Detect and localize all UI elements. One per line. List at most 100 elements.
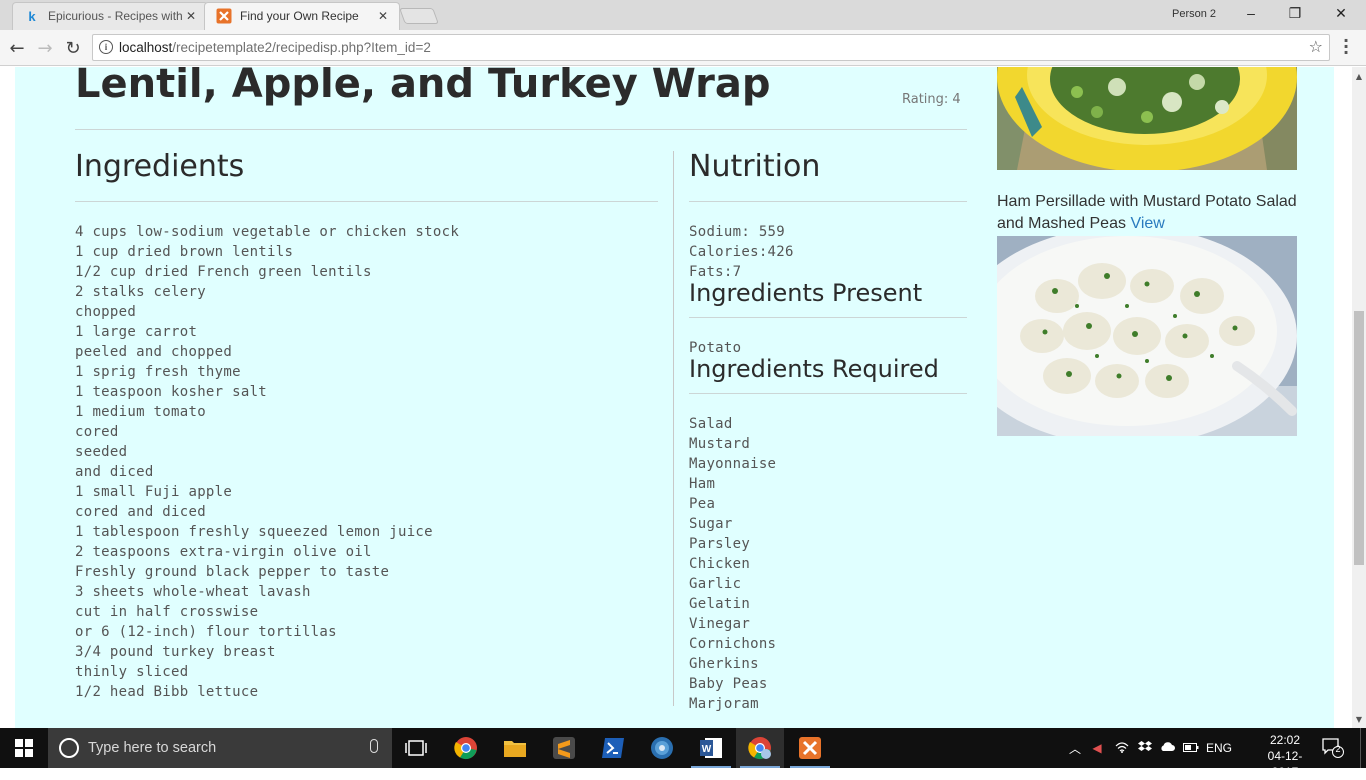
ingredients-divider bbox=[75, 201, 658, 202]
forward-arrow-icon[interactable]: → bbox=[34, 37, 56, 59]
column-divider bbox=[673, 151, 674, 706]
start-windows-icon[interactable] bbox=[0, 728, 48, 768]
powershell-icon[interactable] bbox=[589, 728, 637, 768]
restore-button[interactable]: ❐ bbox=[1280, 5, 1310, 22]
onedrive-cloud-icon[interactable] bbox=[1156, 741, 1178, 755]
scroll-up-arrow-icon[interactable]: ▲ bbox=[1352, 69, 1366, 83]
potato-salad-image[interactable] bbox=[997, 236, 1297, 436]
address-bar[interactable]: i localhost/recipetemplate2/recipedisp.p… bbox=[92, 34, 1330, 61]
ingredient-item: 1 large carrot bbox=[75, 324, 198, 340]
tab-close-icon[interactable]: ✕ bbox=[186, 9, 196, 23]
action-center-notification-icon[interactable]: 2 bbox=[1322, 738, 1344, 758]
page-scrollbar[interactable]: ▲ ▼ bbox=[1352, 67, 1366, 728]
nutrition-item: Sodium: 559 bbox=[689, 224, 786, 240]
required-ingredient-item: Salad bbox=[689, 416, 733, 432]
ingredient-item: 1 small Fuji apple bbox=[75, 484, 233, 500]
info-icon[interactable]: i bbox=[99, 40, 113, 54]
required-ingredient-item: Chicken bbox=[689, 556, 751, 572]
ingredient-item: 1 tablespoon freshly squeezed lemon juic… bbox=[75, 524, 433, 540]
profile-button[interactable]: Person 2 bbox=[1172, 8, 1216, 20]
page-viewport: Lentil, Apple, and Turkey Wrap Rating: 4… bbox=[0, 67, 1352, 728]
ingredients-column: Ingredients 4 cups low-sodium vegetable … bbox=[75, 149, 658, 702]
ingredient-item: 1 cup dried brown lentils bbox=[75, 244, 294, 260]
tab-find-your-own-recipe[interactable]: Find your Own Recipe ✕ bbox=[204, 2, 400, 30]
required-ingredient-item: Gherkins bbox=[689, 656, 759, 672]
reload-icon[interactable]: ↻ bbox=[62, 37, 84, 59]
notification-count: 2 bbox=[1335, 744, 1341, 754]
wifi-icon[interactable] bbox=[1110, 741, 1134, 756]
required-ingredient-item: Ham bbox=[689, 476, 716, 492]
ingredient-item: 3/4 pound turkey breast bbox=[75, 644, 276, 660]
ingredients-required-list: Salad Mustard Mayonnaise Ham Pea Sugar Parsley… bbox=[689, 414, 967, 714]
chrome-icon[interactable] bbox=[442, 728, 490, 768]
required-ingredient-item: Marjoram bbox=[689, 696, 759, 712]
ingredient-item: 4 cups low-sodium vegetable or chicken s… bbox=[75, 224, 460, 240]
microphone-icon[interactable] bbox=[370, 739, 378, 753]
taskbar-search-box[interactable]: Type here to search bbox=[48, 728, 392, 768]
related-recipe-caption: Ham Persillade with Mustard Potato Salad… bbox=[997, 191, 1297, 235]
volume-muted-icon[interactable]: ◀ bbox=[1084, 741, 1110, 755]
menu-dots-icon[interactable]: · · · bbox=[1342, 33, 1350, 61]
required-ingredient-item: Garlic bbox=[689, 576, 742, 592]
ingredients-heading: Ingredients bbox=[75, 149, 245, 184]
show-hidden-icons-chevron-icon[interactable]: ︿ bbox=[1066, 740, 1084, 757]
ingredient-item: cored and diced bbox=[75, 504, 206, 520]
minimize-button[interactable]: – bbox=[1236, 5, 1266, 21]
bookmark-star-icon[interactable]: ☆ bbox=[1309, 37, 1323, 56]
close-window-button[interactable]: ✕ bbox=[1326, 5, 1356, 22]
required-ingredient-item: Baby Peas bbox=[689, 676, 768, 692]
url-text[interactable]: localhost/recipetemplate2/recipedisp.php… bbox=[119, 40, 431, 55]
dropbox-icon[interactable] bbox=[1134, 740, 1156, 756]
ingredient-item: chopped bbox=[75, 304, 137, 320]
ingredient-item: Freshly ground black pepper to taste bbox=[75, 564, 390, 580]
tab-epicurious[interactable]: k Epicurious - Recipes with ✕ bbox=[12, 2, 208, 30]
network-globe-icon[interactable] bbox=[638, 728, 686, 768]
ingredient-item: 1 teaspoon kosher salt bbox=[75, 384, 268, 400]
tab-title: Find your Own Recipe bbox=[240, 9, 359, 23]
required-ingredient-item: Sugar bbox=[689, 516, 733, 532]
nutrition-list: Sodium: 559 Calories:426 Fats:7 bbox=[689, 222, 967, 282]
show-desktop-button[interactable] bbox=[1360, 728, 1366, 768]
search-placeholder: Type here to search bbox=[88, 740, 217, 756]
ingredient-item: thinly sliced bbox=[75, 664, 189, 680]
language-indicator[interactable]: ENG bbox=[1204, 741, 1234, 755]
ingredients-required-heading: Ingredients Required bbox=[689, 355, 939, 383]
windows-taskbar: Type here to search W ︿ ◀ ENG 22:02 04-1… bbox=[0, 728, 1366, 779]
ingredient-item: 2 stalks celery bbox=[75, 284, 206, 300]
ingredient-item: 2 teaspoons extra-virgin olive oil bbox=[75, 544, 372, 560]
required-ingredient-item: Pea bbox=[689, 496, 716, 512]
browser-toolbar: ← → ↻ i localhost/recipetemplate2/recipe… bbox=[0, 30, 1366, 66]
present-divider bbox=[689, 317, 967, 318]
xampp-icon[interactable] bbox=[786, 728, 834, 768]
view-recipe-link[interactable]: View bbox=[1130, 215, 1164, 232]
ingredient-item: seeded bbox=[75, 444, 128, 460]
tab-close-icon[interactable]: ✕ bbox=[378, 9, 388, 23]
ingredient-item: 1/2 head Bibb lettuce bbox=[75, 684, 259, 700]
taskbar-clock[interactable]: 22:02 04-12-2017 bbox=[1256, 732, 1314, 780]
cortana-icon bbox=[59, 738, 79, 758]
word-icon[interactable]: W bbox=[687, 728, 735, 768]
clock-date: 04-12-2017 bbox=[1267, 749, 1303, 779]
battery-icon[interactable] bbox=[1178, 741, 1204, 755]
nutrition-item: Calories:426 bbox=[689, 244, 794, 260]
clock-time: 22:02 bbox=[1269, 733, 1301, 747]
chrome-active-window-icon[interactable] bbox=[736, 728, 784, 768]
nutrition-column: Nutrition Sodium: 559 Calories:426 Fats:7 … bbox=[689, 149, 967, 714]
ingredient-item: or 6 (12-inch) flour tortillas bbox=[75, 624, 337, 640]
ingredient-item: 3 sheets whole-wheat lavash bbox=[75, 584, 311, 600]
recipe-page: Lentil, Apple, and Turkey Wrap Rating: 4… bbox=[15, 67, 1334, 728]
nutrition-heading: Nutrition bbox=[689, 149, 821, 184]
back-arrow-icon[interactable]: ← bbox=[6, 37, 28, 59]
ingredient-item: cored bbox=[75, 424, 119, 440]
pea-salad-image[interactable] bbox=[997, 67, 1297, 170]
task-view-icon[interactable] bbox=[392, 728, 440, 768]
required-ingredient-item: Parsley bbox=[689, 536, 751, 552]
required-divider bbox=[689, 393, 967, 394]
sublime-text-icon[interactable] bbox=[540, 728, 588, 768]
scrollbar-thumb[interactable] bbox=[1354, 311, 1364, 565]
file-explorer-icon[interactable] bbox=[491, 728, 539, 768]
scroll-down-arrow-icon[interactable]: ▼ bbox=[1352, 712, 1366, 726]
new-tab-button[interactable] bbox=[399, 8, 439, 24]
ingredient-item: cut in half crosswise bbox=[75, 604, 259, 620]
epicurious-favicon-icon: k bbox=[28, 8, 36, 24]
